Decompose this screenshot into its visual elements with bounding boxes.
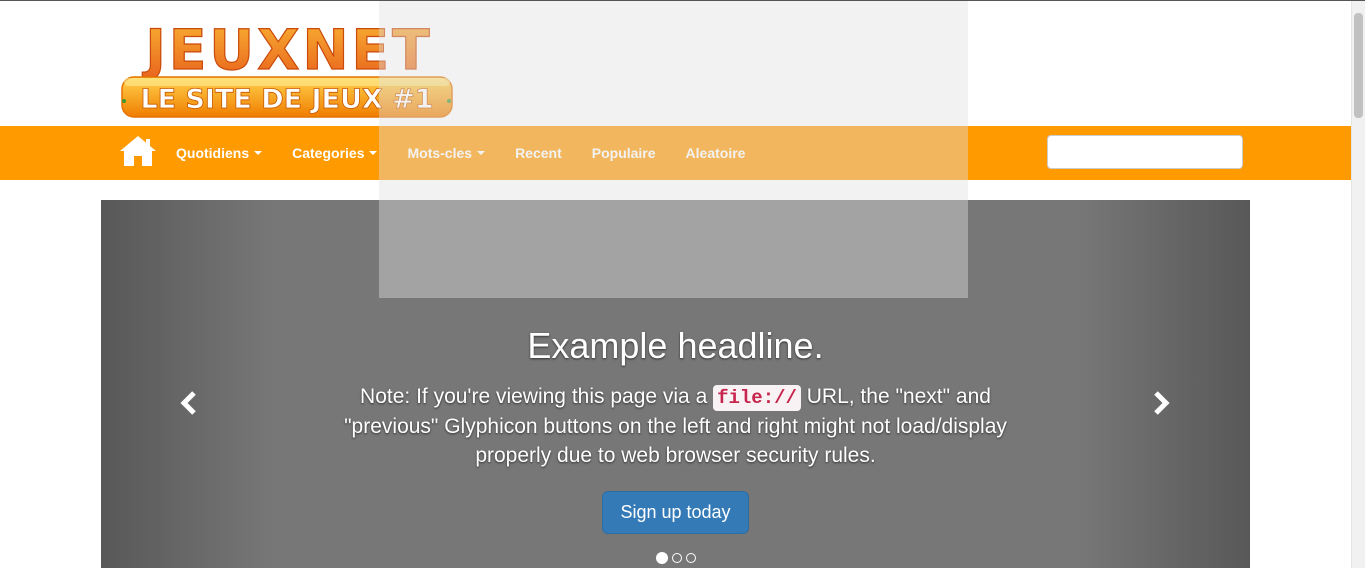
carousel-indicator-1[interactable] — [655, 552, 668, 564]
nav-item-label: Quotidiens — [176, 145, 250, 161]
caret-down-icon — [369, 151, 378, 155]
home-icon — [120, 136, 156, 166]
home-link[interactable] — [119, 134, 157, 168]
carousel-indicator-2[interactable] — [671, 553, 682, 563]
carousel-indicator-3[interactable] — [685, 553, 696, 563]
scrollbar-thumb[interactable] — [1354, 13, 1363, 118]
nav-item-label: Categories — [292, 145, 365, 161]
carousel-indicators — [101, 552, 1250, 564]
signup-button[interactable]: Sign up today — [602, 490, 749, 534]
code-snippet: file:// — [713, 385, 801, 411]
page: JEUXNET LE SITE DE JEUX #1 Quotidiens Ca… — [0, 0, 1365, 568]
vertical-scrollbar[interactable] — [1351, 1, 1365, 568]
carousel-caption: Example headline. Note: If you're viewin… — [101, 322, 1250, 534]
search-input[interactable] — [1047, 135, 1243, 169]
caption-text-start: Note: If you're viewing this page via a — [360, 385, 714, 408]
ad-placeholder — [379, 1, 968, 298]
nav-item-categories[interactable]: Categories — [277, 126, 392, 180]
carousel-headline: Example headline. — [527, 325, 824, 366]
carousel-caption-text: Note: If you're viewing this page via a … — [336, 382, 1016, 471]
nav-item-quotidiens[interactable]: Quotidiens — [161, 126, 277, 180]
caret-down-icon — [254, 151, 263, 155]
